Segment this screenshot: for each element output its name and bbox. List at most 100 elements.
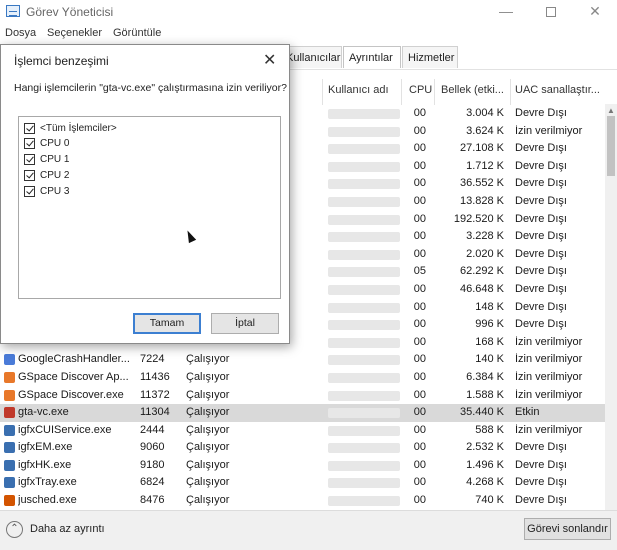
process-cpu: 00	[413, 353, 426, 366]
process-memory: 36.552 K	[459, 177, 504, 190]
checkbox-checked-icon[interactable]	[24, 154, 35, 165]
menu-file[interactable]: Dosya	[5, 27, 36, 39]
title-bar: Görev Yöneticisi — ✕	[0, 0, 617, 24]
process-uac: Devre Dışı	[515, 247, 567, 260]
process-cpu: 00	[413, 335, 426, 348]
redacted-username	[328, 496, 400, 507]
table-row[interactable]: GSpace Discover Ap... 11436 Çalışıyor 00 6.3…	[0, 369, 605, 387]
end-task-button[interactable]: Görevi sonlandır	[524, 518, 611, 540]
checkbox-checked-icon[interactable]	[24, 138, 35, 149]
redacted-username	[328, 284, 400, 295]
column-separator	[510, 79, 511, 105]
column-memory[interactable]: Bellek (etki...	[441, 84, 504, 96]
process-memory: 46.648 K	[459, 282, 504, 295]
menu-options[interactable]: Seçenekler	[47, 27, 102, 39]
gspace-process-icon	[4, 389, 15, 401]
process-uac: İzin verilmiyor	[515, 353, 583, 366]
close-button[interactable]: ✕	[573, 0, 617, 24]
process-status: Çalışıyor	[186, 458, 230, 471]
table-row[interactable]: igfxEM.exe 9060 Çalışıyor 00 2.532 K Devre Dı…	[0, 439, 605, 457]
process-uac: Etkin	[515, 406, 540, 419]
process-name: igfxTray.exe	[18, 476, 77, 489]
gta-process-icon	[4, 407, 15, 419]
process-memory: 27.108 K	[459, 142, 504, 155]
process-cpu: 00	[413, 458, 426, 471]
redacted-username	[328, 232, 400, 243]
process-uac: Devre Dışı	[515, 142, 567, 155]
app-process-icon	[4, 424, 15, 436]
process-pid: 11436	[140, 370, 170, 383]
option-label: CPU 0	[40, 138, 70, 149]
process-status: Çalışıyor	[186, 494, 230, 507]
process-status: Çalışıyor	[186, 353, 230, 366]
process-pid: 11304	[140, 406, 170, 419]
redacted-username	[328, 302, 400, 313]
process-cpu: 00	[413, 247, 426, 260]
process-memory: 1.588 K	[466, 388, 504, 401]
table-row[interactable]: gta-vc.exe 11304 Çalışıyor 00 35.440 K Etkin	[0, 404, 605, 422]
process-memory: 2.020 K	[466, 247, 504, 260]
redacted-username	[328, 460, 400, 471]
ok-button[interactable]: Tamam	[133, 313, 201, 334]
gspace-process-icon	[4, 371, 15, 383]
process-memory: 3.004 K	[466, 107, 504, 119]
option-label: CPU 1	[40, 154, 70, 165]
scroll-thumb[interactable]	[607, 116, 615, 176]
column-cpu[interactable]: CPU	[409, 84, 432, 96]
chevron-up-icon[interactable]: ⌃	[6, 521, 23, 538]
scroll-up-icon[interactable]: ▲	[607, 106, 615, 115]
process-uac: İzin verilmiyor	[515, 388, 583, 401]
process-cpu: 00	[413, 370, 426, 383]
process-cpu: 00	[413, 194, 426, 207]
process-uac: Devre Dışı	[515, 265, 567, 278]
menu-view[interactable]: Görüntüle	[113, 27, 161, 39]
redacted-username	[328, 408, 400, 419]
column-user[interactable]: Kullanıcı adı	[328, 84, 389, 96]
process-name: GSpace Discover Ap...	[18, 370, 129, 383]
redacted-username	[328, 179, 400, 190]
process-uac: İzin verilmiyor	[515, 335, 583, 348]
process-name: gta-vc.exe	[18, 406, 69, 419]
process-cpu: 00	[413, 423, 426, 436]
redacted-username	[328, 320, 400, 331]
cpu-list: <Tüm İşlemciler> CPU 0 CPU 1 CPU 2 CPU 3	[18, 116, 281, 299]
maximize-button[interactable]	[529, 0, 573, 24]
minimize-button[interactable]: —	[484, 0, 528, 24]
redacted-username	[328, 425, 400, 436]
cancel-button[interactable]: İptal	[211, 313, 279, 334]
process-status: Çalışıyor	[186, 406, 230, 419]
table-row[interactable]: GoogleCrashHandler... 7224 Çalışıyor 00 140 …	[0, 351, 605, 369]
process-cpu: 00	[413, 318, 426, 331]
process-uac: Devre Dışı	[515, 300, 567, 313]
table-row[interactable]: GSpace Discover.exe 11372 Çalışıyor 00 1.588…	[0, 387, 605, 405]
dialog-question: Hangi işlemcilerin "gta-vc.exe" çalıştır…	[14, 82, 287, 94]
less-details-link[interactable]: Daha az ayrıntı	[30, 523, 105, 535]
redacted-username	[328, 478, 400, 489]
dialog-close-icon[interactable]: ✕	[263, 50, 276, 70]
process-memory: 140 K	[475, 353, 504, 366]
process-uac: Devre Dışı	[515, 494, 567, 507]
process-pid: 9060	[140, 441, 165, 454]
table-row[interactable]: igfxCUIService.exe 2444 Çalışıyor 00 588 K İz…	[0, 422, 605, 440]
process-memory: 588 K	[475, 423, 504, 436]
checkbox-checked-icon[interactable]	[24, 186, 35, 197]
redacted-username	[328, 267, 400, 278]
checkbox-checked-icon[interactable]	[24, 123, 35, 134]
process-memory: 4.268 K	[466, 476, 504, 489]
process-cpu: 00	[413, 388, 426, 401]
table-row[interactable]: igfxHK.exe 9180 Çalışıyor 00 1.496 K Devre Dı…	[0, 457, 605, 475]
column-uac[interactable]: UAC sanallaştır...	[515, 84, 600, 96]
vertical-scrollbar[interactable]: ▲	[605, 104, 617, 510]
redacted-username	[328, 161, 400, 172]
process-cpu: 00	[413, 124, 426, 137]
process-uac: İzin verilmiyor	[515, 423, 583, 436]
checkbox-checked-icon[interactable]	[24, 170, 35, 181]
column-separator	[322, 79, 323, 105]
process-memory: 192.520 K	[453, 212, 504, 225]
table-row[interactable]: igfxTray.exe 6824 Çalışıyor 00 4.268 K Devre …	[0, 474, 605, 492]
table-row[interactable]: jusched.exe 8476 Çalışıyor 00 740 K Devre Dış…	[0, 492, 605, 510]
tab-services[interactable]: Hizmetler	[402, 46, 458, 68]
window-title: Görev Yöneticisi	[26, 5, 114, 19]
process-memory: 168 K	[475, 335, 504, 348]
tab-details[interactable]: Ayrıntılar	[343, 46, 401, 68]
